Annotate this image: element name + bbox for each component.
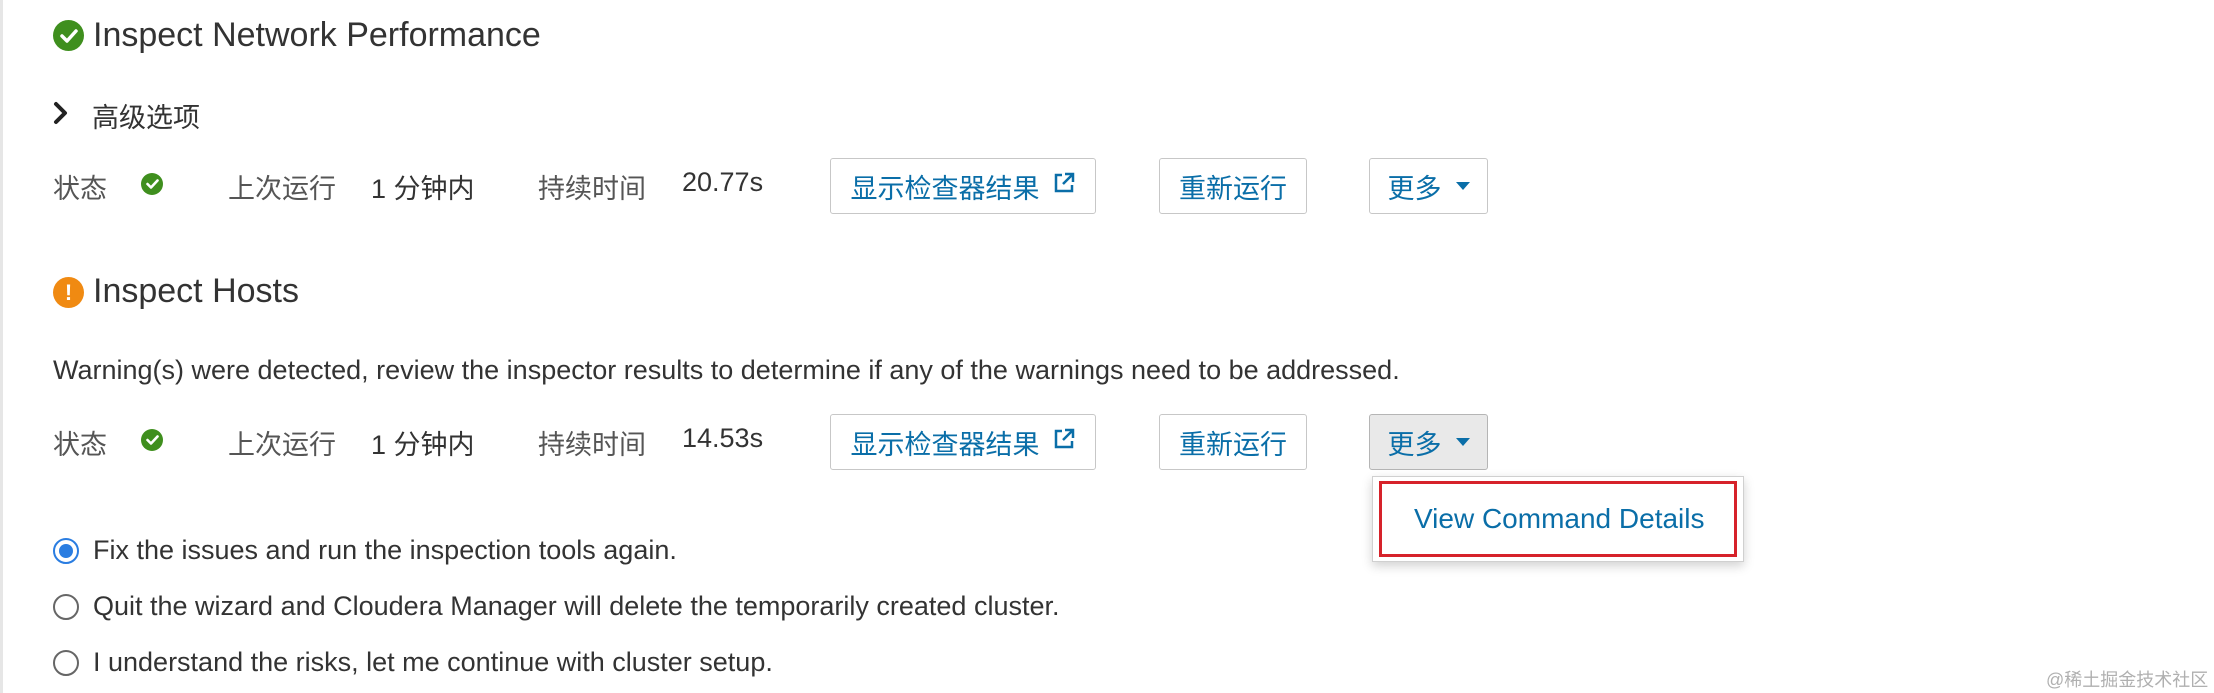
- check-circle-icon: [53, 20, 84, 51]
- rerun-button[interactable]: 重新运行: [1159, 414, 1307, 470]
- last-run-value: 1 分钟内: [371, 174, 475, 204]
- section-title-hosts: Inspect Hosts: [93, 272, 299, 310]
- option-label-quit[interactable]: Quit the wizard and Cloudera Manager wil…: [93, 591, 1060, 622]
- external-link-icon: [1052, 171, 1076, 202]
- advanced-options-toggle[interactable]: 高级选项: [92, 96, 200, 135]
- view-command-details-item[interactable]: View Command Details: [1379, 481, 1737, 557]
- status-label: 状态: [53, 174, 107, 204]
- more-dropdown-menu: View Command Details: [1372, 476, 1744, 562]
- rerun-label: 重新运行: [1179, 429, 1287, 460]
- section-title-network: Inspect Network Performance: [93, 16, 541, 54]
- duration-value: 20.77s: [682, 167, 764, 197]
- left-border: [0, 0, 3, 693]
- status-label: 状态: [53, 430, 107, 460]
- caret-down-icon: [1455, 182, 1470, 190]
- external-link-icon: [1052, 427, 1076, 458]
- option-radio-fix[interactable]: [53, 538, 79, 564]
- status-check-icon: [141, 173, 163, 195]
- duration-value: 14.53s: [682, 423, 764, 453]
- caret-down-icon: [1455, 438, 1470, 446]
- duration-label: 持续时间: [538, 430, 646, 460]
- rerun-label: 重新运行: [1179, 173, 1287, 204]
- more-button-open[interactable]: 更多: [1369, 414, 1488, 470]
- show-results-button[interactable]: 显示检查器结果: [830, 414, 1096, 470]
- more-label: 更多: [1387, 429, 1442, 460]
- warning-circle-icon: !: [53, 277, 84, 308]
- show-results-label: 显示检查器结果: [850, 429, 1040, 460]
- duration-label: 持续时间: [538, 174, 646, 204]
- option-radio-quit[interactable]: [53, 594, 79, 620]
- show-results-button[interactable]: 显示检查器结果: [830, 158, 1096, 214]
- rerun-button[interactable]: 重新运行: [1159, 158, 1307, 214]
- last-run-label: 上次运行: [228, 174, 336, 204]
- option-radio-continue[interactable]: [53, 650, 79, 676]
- chevron-right-icon[interactable]: [53, 101, 69, 130]
- more-button[interactable]: 更多: [1369, 158, 1488, 214]
- last-run-label: 上次运行: [228, 430, 336, 460]
- status-check-icon: [141, 429, 163, 451]
- warning-message: Warning(s) were detected, review the ins…: [53, 355, 1400, 385]
- more-label: 更多: [1387, 173, 1442, 204]
- option-label-continue[interactable]: I understand the risks, let me continue …: [93, 647, 773, 678]
- watermark-text: @稀土掘金技术社区: [2046, 670, 2209, 690]
- show-results-label: 显示检查器结果: [850, 173, 1040, 204]
- option-label-fix[interactable]: Fix the issues and run the inspection to…: [93, 535, 677, 566]
- last-run-value: 1 分钟内: [371, 430, 475, 460]
